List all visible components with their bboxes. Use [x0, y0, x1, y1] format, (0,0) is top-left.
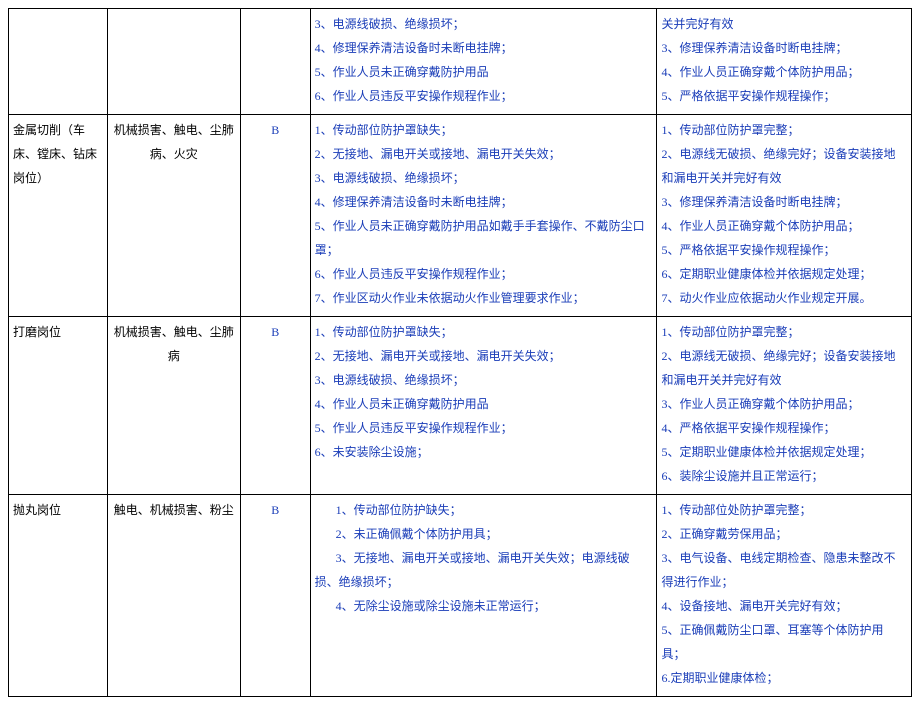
cell-type: 机械损害、触电、尘肺病、火灾 — [107, 115, 240, 317]
cell-measures: 关并完好有效 3、修理保养清洁设备时断电挂牌； 4、作业人员正确穿戴个体防护用品… — [657, 9, 912, 115]
table-row: 抛丸岗位 触电、机械损害、粉尘 B 1、传动部位防护缺失； 2、未正确佩戴个体防… — [9, 495, 912, 697]
hazard-line: 5、作业人员未正确穿戴防护用品 — [315, 60, 653, 84]
hazard-table: 3、电源线破损、绝缘损坏； 4、修理保养清洁设备时未断电挂牌； 5、作业人员未正… — [8, 8, 912, 697]
cell-post — [9, 9, 108, 115]
cell-hazards: 3、电源线破损、绝缘损坏； 4、修理保养清洁设备时未断电挂牌； 5、作业人员未正… — [310, 9, 657, 115]
measure-line: 6、装除尘设施并且正常运行； — [661, 464, 907, 488]
hazard-line: 2、无接地、漏电开关或接地、漏电开关失效； — [315, 142, 653, 166]
hazard-line: 6、作业人员违反平安操作规程作业； — [315, 262, 653, 286]
cell-post: 金属切削（车床、镗床、钻床岗位） — [9, 115, 108, 317]
cell-level: B — [240, 115, 310, 317]
measure-line: 2、正确穿戴劳保用品； — [661, 522, 907, 546]
measure-line: 5、定期职业健康体检并依据规定处理； — [661, 440, 907, 464]
cell-type: 机械损害、触电、尘肺病 — [107, 317, 240, 495]
hazard-line: 5、作业人员未正确穿戴防护用品如戴手手套操作、不戴防尘口罩； — [315, 214, 653, 262]
cell-level — [240, 9, 310, 115]
cell-level: B — [240, 495, 310, 697]
measure-line: 5、严格依据平安操作规程操作； — [661, 84, 907, 108]
cell-type: 触电、机械损害、粉尘 — [107, 495, 240, 697]
hazard-line: 4、无除尘设施或除尘设施未正常运行； — [315, 594, 653, 618]
cell-hazards: 1、传动部位防护罩缺失； 2、无接地、漏电开关或接地、漏电开关失效； 3、电源线… — [310, 317, 657, 495]
hazard-line: 7、作业区动火作业未依据动火作业管理要求作业； — [315, 286, 653, 310]
measure-line: 3、修理保养清洁设备时断电挂牌； — [661, 190, 907, 214]
measure-line: 4、作业人员正确穿戴个体防护用品； — [661, 60, 907, 84]
measure-line: 6.定期职业健康体检； — [661, 666, 907, 690]
hazard-line: 3、无接地、漏电开关或接地、漏电开关失效；电源线破损、绝缘损坏； — [315, 546, 653, 594]
cell-hazards: 1、传动部位防护缺失； 2、未正确佩戴个体防护用具； 3、无接地、漏电开关或接地… — [310, 495, 657, 697]
table-row: 金属切削（车床、镗床、钻床岗位） 机械损害、触电、尘肺病、火灾 B 1、传动部位… — [9, 115, 912, 317]
cell-post: 打磨岗位 — [9, 317, 108, 495]
hazard-line: 2、未正确佩戴个体防护用具； — [315, 522, 653, 546]
measure-line: 3、作业人员正确穿戴个体防护用品； — [661, 392, 907, 416]
cell-type — [107, 9, 240, 115]
hazard-line: 6、作业人员违反平安操作规程作业； — [315, 84, 653, 108]
measure-line: 1、传动部位防护罩完整； — [661, 320, 907, 344]
cell-hazards: 1、传动部位防护罩缺失； 2、无接地、漏电开关或接地、漏电开关失效； 3、电源线… — [310, 115, 657, 317]
hazard-line: 2、无接地、漏电开关或接地、漏电开关失效； — [315, 344, 653, 368]
table-row: 3、电源线破损、绝缘损坏； 4、修理保养清洁设备时未断电挂牌； 5、作业人员未正… — [9, 9, 912, 115]
cell-measures: 1、传动部位防护罩完整； 2、电源线无破损、绝缘完好；设备安装接地和漏电开关并完… — [657, 317, 912, 495]
measure-line: 7、动火作业应依据动火作业规定开展。 — [661, 286, 907, 310]
measure-line: 6、定期职业健康体检并依据规定处理； — [661, 262, 907, 286]
measure-line: 2、电源线无破损、绝缘完好；设备安装接地和漏电开关并完好有效 — [661, 344, 907, 392]
measure-line: 4、作业人员正确穿戴个体防护用品； — [661, 214, 907, 238]
hazard-line: 5、作业人员违反平安操作规程作业； — [315, 416, 653, 440]
measure-line: 1、传动部位处防护罩完整； — [661, 498, 907, 522]
measure-line: 1、传动部位防护罩完整； — [661, 118, 907, 142]
hazard-line: 4、修理保养清洁设备时未断电挂牌； — [315, 190, 653, 214]
cell-measures: 1、传动部位防护罩完整； 2、电源线无破损、绝缘完好；设备安装接地和漏电开关并完… — [657, 115, 912, 317]
measure-line: 5、严格依据平安操作规程操作； — [661, 238, 907, 262]
hazard-line: 4、修理保养清洁设备时未断电挂牌； — [315, 36, 653, 60]
hazard-line: 3、电源线破损、绝缘损坏； — [315, 12, 653, 36]
hazard-line: 3、电源线破损、绝缘损坏； — [315, 166, 653, 190]
cell-level: B — [240, 317, 310, 495]
hazard-line: 3、电源线破损、绝缘损坏； — [315, 368, 653, 392]
measure-line: 3、电气设备、电线定期检查、隐患未整改不得进行作业； — [661, 546, 907, 594]
hazard-line: 1、传动部位防护罩缺失； — [315, 320, 653, 344]
hazard-line: 4、作业人员未正确穿戴防护用品 — [315, 392, 653, 416]
hazard-line: 1、传动部位防护缺失； — [315, 498, 653, 522]
measure-line: 5、正确佩戴防尘口罩、耳塞等个体防护用具； — [661, 618, 907, 666]
hazard-line: 1、传动部位防护罩缺失； — [315, 118, 653, 142]
measure-line: 3、修理保养清洁设备时断电挂牌； — [661, 36, 907, 60]
cell-post: 抛丸岗位 — [9, 495, 108, 697]
table-row: 打磨岗位 机械损害、触电、尘肺病 B 1、传动部位防护罩缺失； 2、无接地、漏电… — [9, 317, 912, 495]
measure-line: 4、设备接地、漏电开关完好有效； — [661, 594, 907, 618]
measure-line: 2、电源线无破损、绝缘完好；设备安装接地和漏电开关并完好有效 — [661, 142, 907, 190]
measure-line: 关并完好有效 — [661, 12, 907, 36]
hazard-line: 6、未安装除尘设施； — [315, 440, 653, 464]
cell-measures: 1、传动部位处防护罩完整； 2、正确穿戴劳保用品； 3、电气设备、电线定期检查、… — [657, 495, 912, 697]
measure-line: 4、严格依据平安操作规程操作； — [661, 416, 907, 440]
